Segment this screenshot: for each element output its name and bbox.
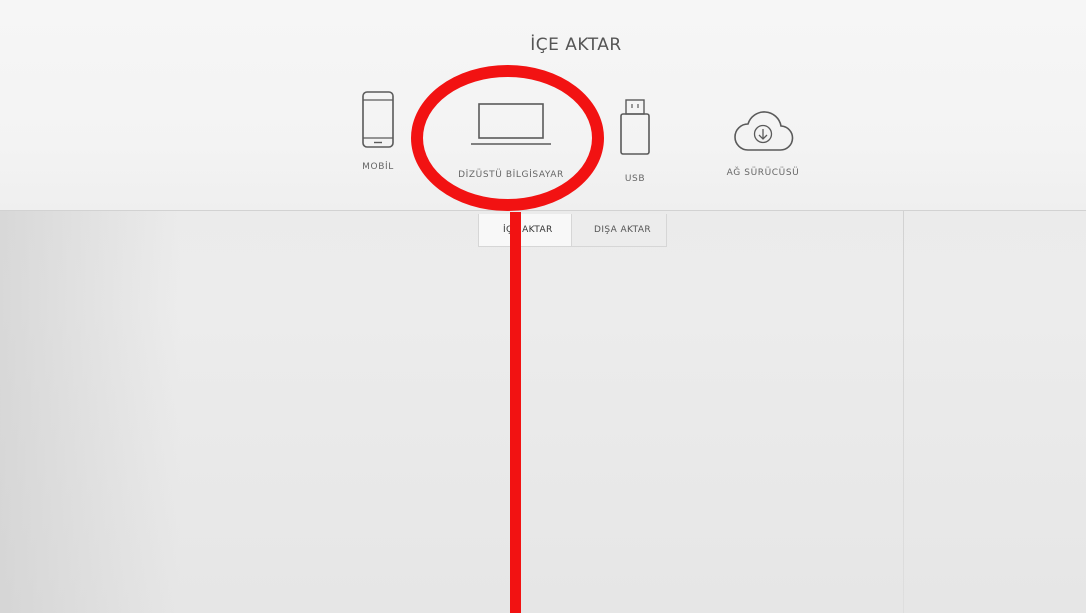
source-network-drive-label: AĞ SÜRÜCÜSÜ [726,168,800,178]
cloud-download-icon [734,111,794,151]
panel-title: İÇE AKTAR [530,35,622,55]
source-mobile-label: MOBİL [362,162,394,172]
source-usb-label: USB [624,174,646,184]
usb-drive-icon [620,99,650,155]
source-usb-button[interactable]: USB [605,98,665,184]
source-laptop-label: DİZÜSTÜ BİLGİSAYAR [458,170,564,180]
vertical-divider [903,210,904,613]
tab-import[interactable]: İÇE AKTAR [478,214,572,247]
source-mobile-button[interactable]: MOBİL [340,90,416,172]
smartphone-icon [362,91,394,148]
screen: İÇE AKTAR MOBİL DİZÜSTÜ BİLGİSAYAR USB A… [0,0,1086,613]
import-source-panel: İÇE AKTAR MOBİL DİZÜSTÜ BİLGİSAYAR USB A… [0,0,1086,211]
mode-tabs: İÇE AKTAR DIŞA AKTAR [478,214,667,247]
highlight-pointer-line [510,212,521,613]
laptop-icon [471,103,551,145]
tab-export[interactable]: DIŞA AKTAR [572,214,667,247]
source-laptop-button[interactable]: DİZÜSTÜ BİLGİSAYAR [446,100,576,180]
source-network-drive-button[interactable]: AĞ SÜRÜCÜSÜ [715,108,811,178]
